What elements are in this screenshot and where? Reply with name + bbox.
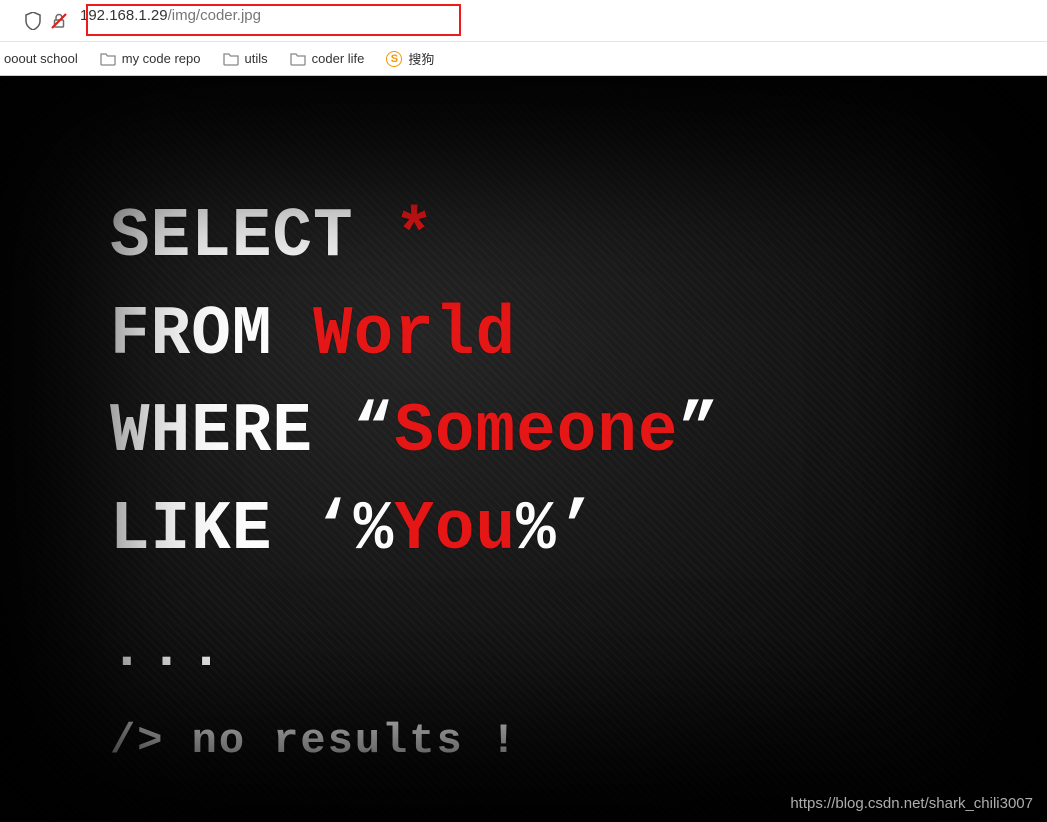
sql-line-like: LIKE ‘%You%’ <box>110 479 719 582</box>
url-host: 192.168.1.29 <box>80 7 168 24</box>
folder-icon <box>100 52 116 66</box>
sql-poem: SELECT * FROM World WHERE “Someone” LIKE… <box>110 188 719 772</box>
sogou-icon: S <box>386 51 402 67</box>
bookmark-label: my code repo <box>122 51 201 66</box>
csdn-watermark: https://blog.csdn.net/shark_chili3007 <box>790 795 1033 812</box>
bookmarks-bar: ooout school my code repo utils coder li… <box>0 42 1047 76</box>
page-content-image: SELECT * FROM World WHERE “Someone” LIKE… <box>0 76 1047 822</box>
bookmark-label: coder life <box>312 51 365 66</box>
bookmark-utils[interactable]: utils <box>219 49 272 68</box>
sql-line-from: FROM World <box>110 283 719 386</box>
sql-no-results: /> no results ! <box>110 710 719 772</box>
insecure-lock-icon[interactable] <box>50 12 68 30</box>
folder-icon <box>223 52 239 66</box>
sql-ellipsis: ... <box>110 609 719 692</box>
bookmark-label: utils <box>245 51 268 66</box>
url-input[interactable]: 192.168.1.29/img/coder.jpg <box>76 7 1043 35</box>
folder-icon <box>290 52 306 66</box>
sql-line-select: SELECT * <box>110 186 719 289</box>
address-bar: 192.168.1.29/img/coder.jpg <box>0 0 1047 42</box>
bookmark-sogou[interactable]: S 搜狗 <box>382 47 438 70</box>
url-path: /img/coder.jpg <box>168 7 261 24</box>
bookmark-my-code-repo[interactable]: my code repo <box>96 49 205 68</box>
sql-line-where: WHERE “Someone” <box>110 381 719 484</box>
bookmark-ooout-school[interactable]: ooout school <box>0 49 82 68</box>
bookmark-coder-life[interactable]: coder life <box>286 49 369 68</box>
bookmark-label: 搜狗 <box>408 49 434 68</box>
tracking-shield-icon[interactable] <box>24 12 42 30</box>
bookmark-label: ooout school <box>4 51 78 66</box>
